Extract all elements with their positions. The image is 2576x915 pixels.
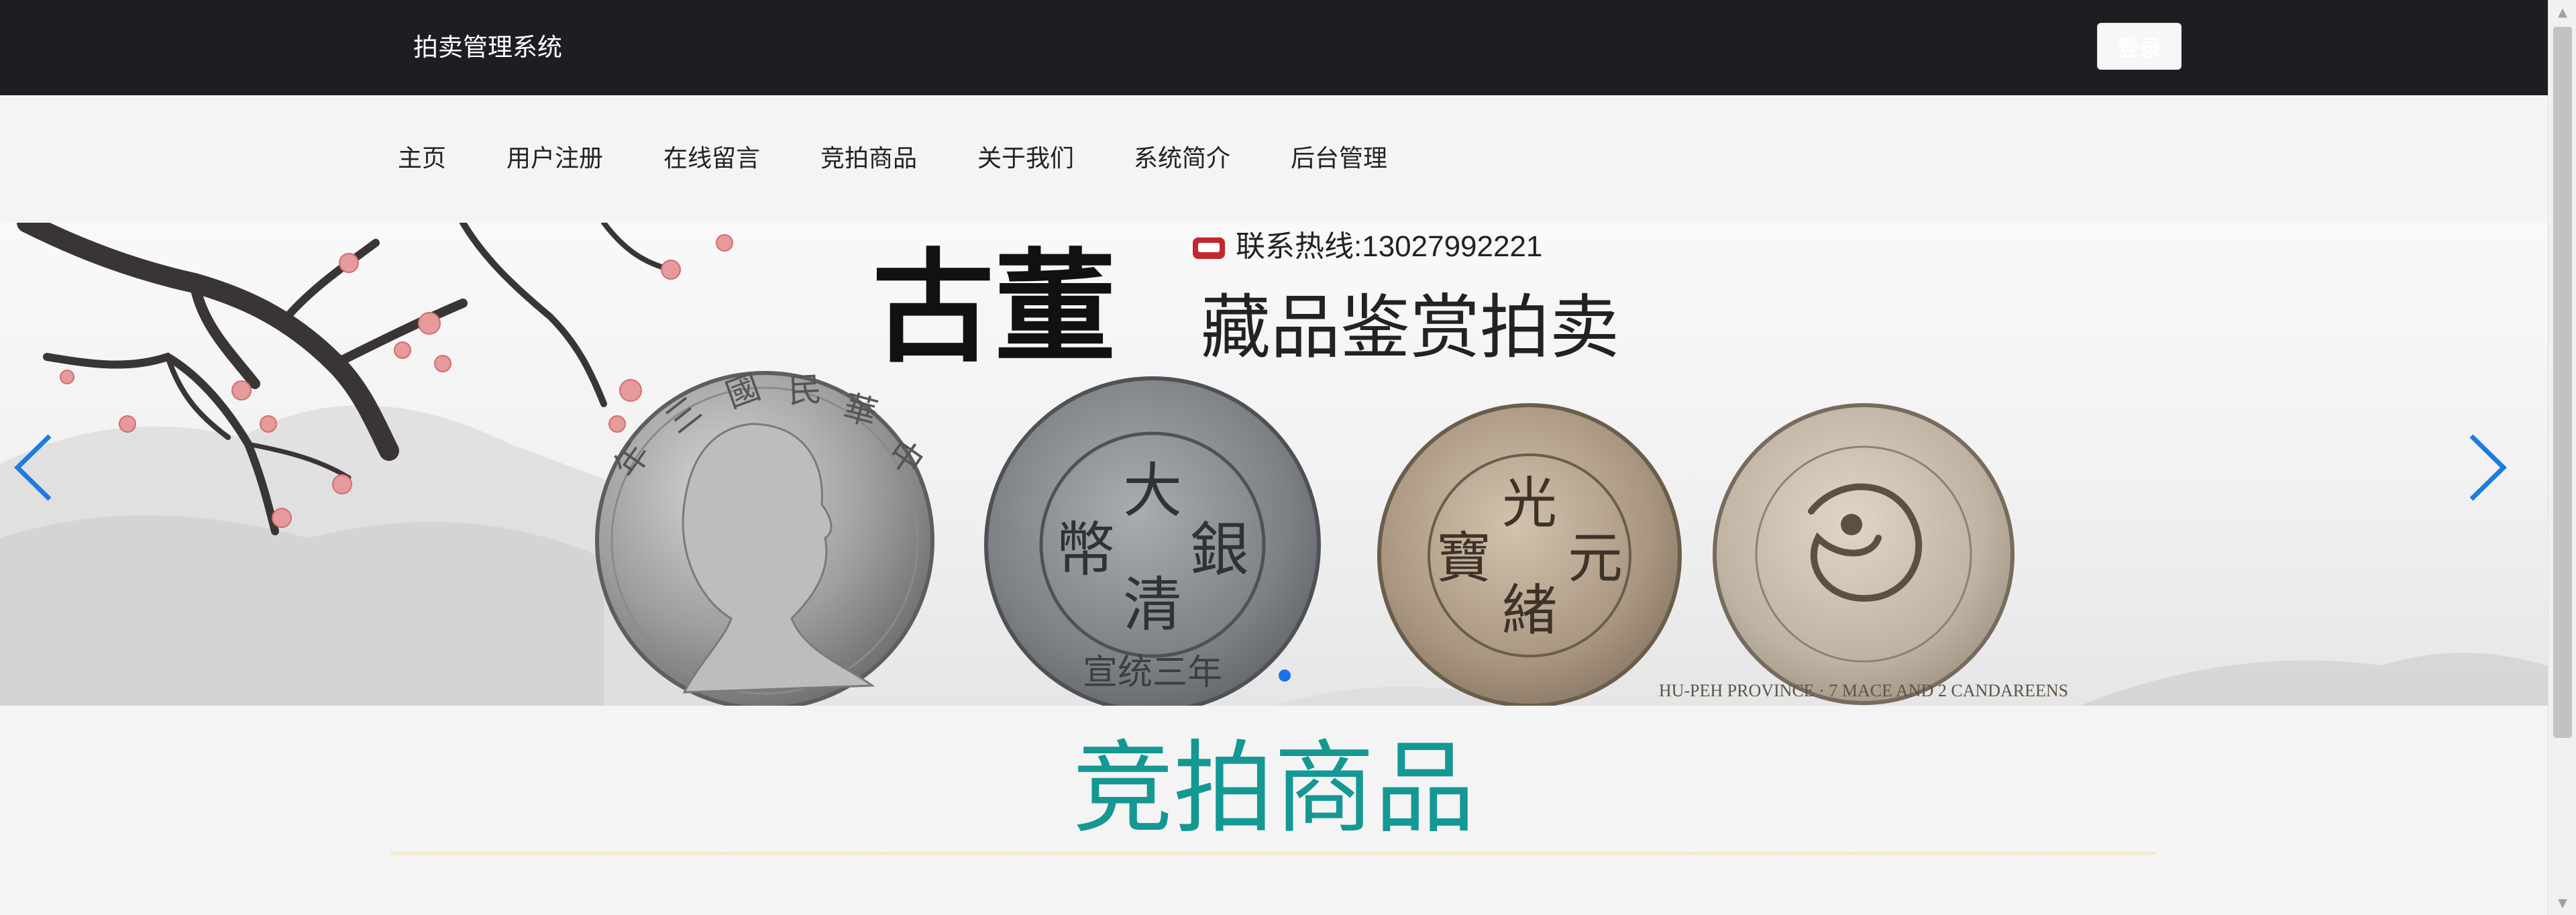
coin-2-center-3: 幣 [1056,515,1115,584]
nav-item-register[interactable]: 用户注册 [506,142,603,176]
coin-2-rim: 宣统三年 [1083,653,1222,693]
title-divider [390,852,2156,855]
nav-item-home[interactable]: 主页 [398,142,446,176]
nav-item-auction[interactable]: 竞拍商品 [820,142,917,176]
coin-2-center-0: 大 [1123,456,1182,525]
coin-da-qing: 大 清 銀 幣 宣统三年 [984,376,1321,706]
coin-guangxu: 光 緒 元 寶 [1377,403,1682,706]
carousel-banner[interactable]: 联系热线:13027992221 古董 藏品鉴赏拍卖 中 華 民 國 三 年 大… [0,223,2548,706]
carousel-pagination-dot[interactable] [1279,669,1291,682]
banner-big-title: 古董 [872,235,1116,379]
carousel-prev-button[interactable] [11,431,58,504]
banner-artwork: 联系热线:13027992221 古董 藏品鉴赏拍卖 中 華 民 國 三 年 大… [0,223,2548,706]
coin-2-center-2: 銀 [1190,515,1249,584]
chevron-left-icon [13,434,52,501]
coin-3-center-0: 光 [1502,472,1557,535]
site-brand[interactable]: 拍卖管理系统 [413,31,562,64]
vertical-scrollbar[interactable]: ▲ ▼ [2548,0,2576,915]
coin-yuan-shikai: 中 華 民 國 三 年 [595,368,934,706]
scroll-down-icon[interactable]: ▼ [2548,891,2576,915]
phone-icon [1193,237,1225,259]
carousel-next-button[interactable] [2463,431,2510,504]
coin-3-center-2: 元 [1568,527,1623,590]
login-button[interactable]: 登录 [2097,23,2182,70]
coin-1-char-2: 民 [788,370,823,411]
coin-hupeh-dragon: HU-PEH PROVINCE · 7 MACE AND 2 CANDAREEN… [1659,403,2068,705]
coin-3-center-3: 寶 [1436,527,1491,590]
chevron-right-icon [2469,434,2508,501]
top-header: 拍卖管理系统 登录 [0,0,2548,95]
hotline-text: 联系热线:13027992221 [1236,230,1542,263]
section-title: 竞拍商品 [1072,731,1475,847]
nav-item-intro[interactable]: 系统简介 [1134,142,1230,176]
coin-4-rim: HU-PEH PROVINCE · 7 MACE AND 2 CANDAREEN… [1659,681,2068,700]
nav-item-admin[interactable]: 后台管理 [1291,142,1387,176]
scroll-up-icon[interactable]: ▲ [2548,0,2576,24]
banner-subtitle: 藏品鉴赏拍卖 [1201,286,1619,368]
scrollbar-thumb[interactable] [2553,27,2572,738]
main-nav: 主页 用户注册 在线留言 竞拍商品 关于我们 系统简介 后台管理 [0,95,2548,223]
coin-2-center-1: 清 [1123,570,1182,639]
coin-3-center-1: 緒 [1502,579,1557,643]
nav-item-message[interactable]: 在线留言 [663,142,760,176]
nav-item-about[interactable]: 关于我们 [977,142,1074,176]
